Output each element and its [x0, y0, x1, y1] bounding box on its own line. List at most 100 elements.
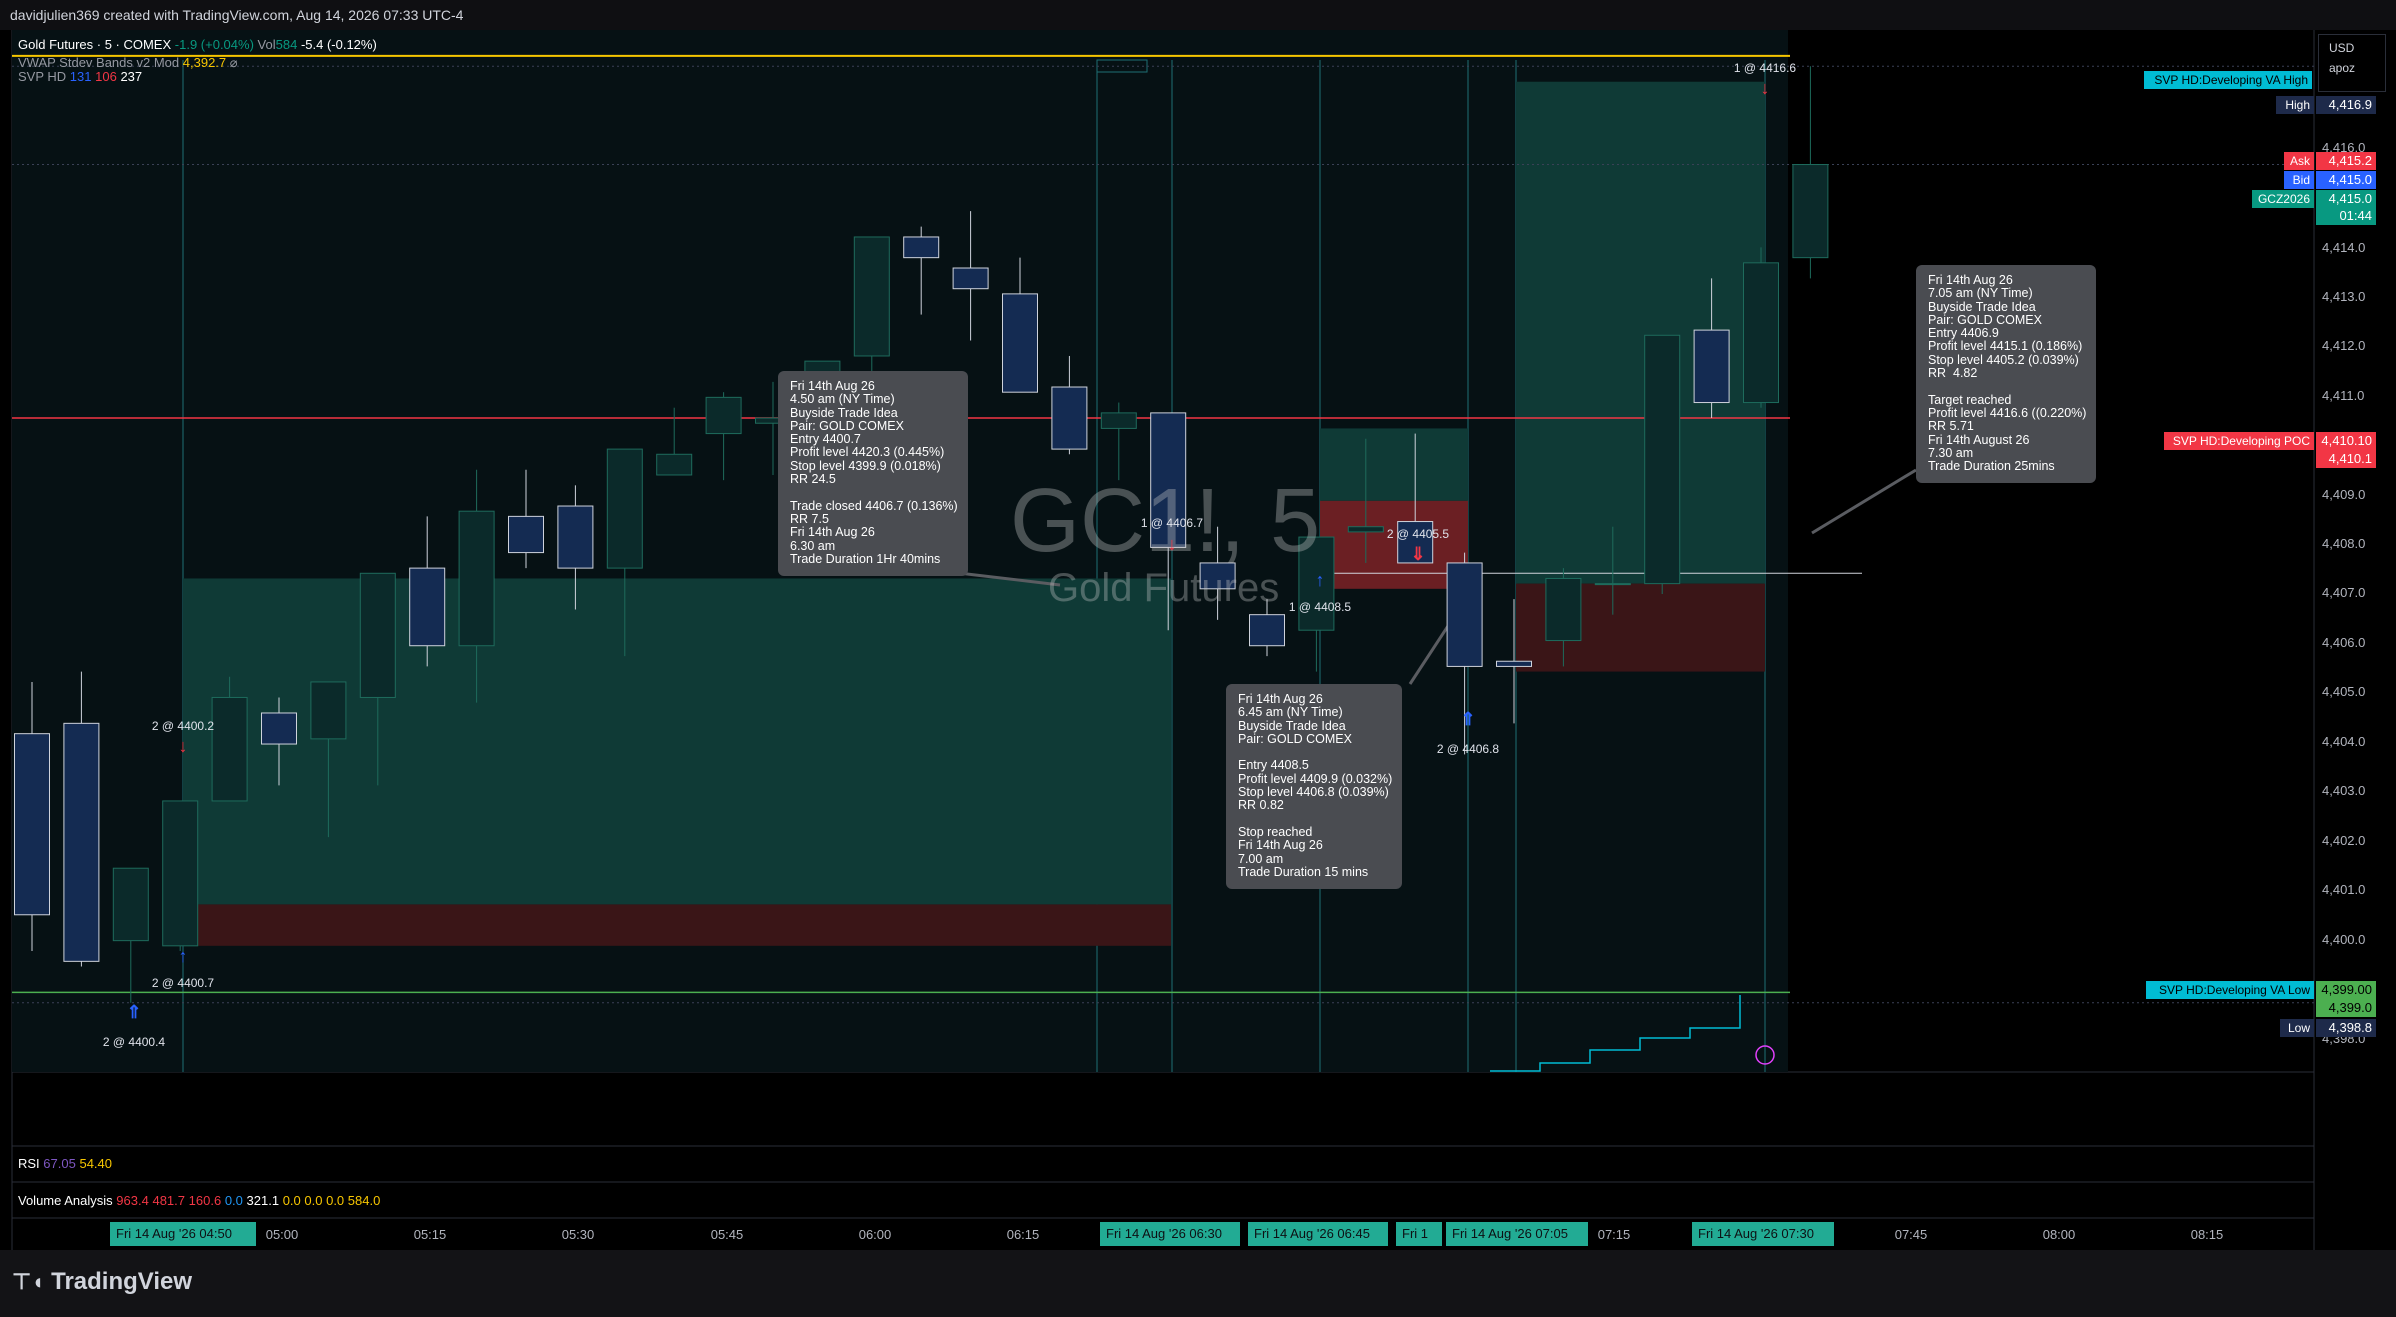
vwap-extra: ⌀: [229, 55, 238, 70]
candle-body: [1644, 334, 1681, 585]
time-tag: Fri 14 Aug '26 06:30: [1100, 1222, 1240, 1246]
candle-body: [359, 572, 396, 698]
va-value: 0.0: [304, 1193, 323, 1208]
bar-countdown: 01:44: [2316, 207, 2376, 225]
buy-arrow-icon: ↑: [178, 946, 188, 966]
time-tick: 08:00: [2042, 1227, 2076, 1242]
price-tick: 4,407.0: [2322, 585, 2366, 600]
last-price-value: 4,415.0: [2316, 190, 2376, 208]
time-tick: 05:00: [265, 1227, 299, 1242]
chart-canvas[interactable]: [0, 0, 2396, 1250]
vwap-value: 4,392.7: [182, 55, 227, 70]
high-value: 4,416.9: [2316, 96, 2376, 114]
trade-note-3[interactable]: Fri 14th Aug 26 7.05 am (NY Time) Buysid…: [1916, 265, 2097, 484]
price-tick: 4,413.0: [2322, 289, 2366, 304]
price-tick: 4,404.0: [2322, 734, 2366, 749]
high-tag: High: [2276, 96, 2314, 114]
price-tick: 4,406.0: [2322, 635, 2366, 650]
time-tick: 06:00: [858, 1227, 892, 1242]
price-tick: 4,408.0: [2322, 536, 2366, 551]
trade-note-2[interactable]: Fri 14th Aug 26 6.45 am (NY Time) Buysid…: [1226, 684, 1403, 890]
price-tick: 4,402.0: [2322, 833, 2366, 848]
price-tick: 4,414.0: [2322, 240, 2366, 255]
svp-value-1: 131: [69, 69, 92, 84]
stop-zone: [1320, 500, 1468, 589]
time-tick: 07:15: [1597, 1227, 1631, 1242]
price-tick: 4,403.0: [2322, 783, 2366, 798]
sell-arrow-icon: ↓: [1760, 78, 1770, 98]
candle-body: [606, 448, 643, 569]
candle-body: [1792, 164, 1829, 259]
unit-label[interactable]: apoz: [2319, 55, 2385, 75]
footer: ⊤◖ TradingView: [0, 1250, 2396, 1317]
time-tick: 05:45: [710, 1227, 744, 1242]
candle-body: [1347, 526, 1384, 533]
symbol-title[interactable]: Gold Futures · 5 · COMEX: [18, 37, 171, 52]
candle-body: [557, 505, 594, 569]
trade-label: 2 @ 4400.7: [151, 976, 215, 990]
symbol-watermark-name: Gold Futures: [1048, 566, 1280, 610]
candle-body: [261, 712, 297, 745]
buy-arrow-icon: ↑: [1315, 570, 1325, 590]
candle-body: [112, 867, 149, 942]
trade-label: 1 @ 4408.5: [1288, 600, 1352, 614]
buy-arrow-icon: ⇑: [126, 1002, 142, 1022]
sell-arrow-icon: ⇓: [1410, 544, 1426, 564]
trade-note-1[interactable]: Fri 14th Aug 26 4.50 am (NY Time) Buysid…: [778, 371, 968, 577]
trade-label: 1 @ 4406.7: [1140, 516, 1204, 530]
chart-legend: Gold Futures · 5 · COMEX -1.9 (+0.04%) V…: [18, 36, 377, 86]
time-tick: 07:45: [1894, 1227, 1928, 1242]
va-low-value: 4,399.00: [2316, 981, 2376, 999]
candle-body: [705, 396, 742, 435]
price-tick: 4,400.0: [2322, 932, 2366, 947]
svp-value-2: 106: [95, 69, 117, 84]
time-tick: 08:15: [2190, 1227, 2224, 1242]
buy-arrow-icon: ⇑: [1460, 709, 1476, 729]
time-tick: 06:15: [1006, 1227, 1040, 1242]
poc-tag: SVP HD:Developing POC: [2164, 432, 2314, 450]
symbol-change: -1.9 (+0.04%): [174, 37, 254, 52]
va-high-tag: SVP HD:Developing VA High: [2144, 71, 2312, 89]
low-tag: Low: [2280, 1019, 2314, 1037]
trade-label: 2 @ 4406.8: [1436, 742, 1500, 756]
volume-analysis-legend[interactable]: Volume Analysis 963.4 481.7 160.6 0.0 32…: [18, 1193, 380, 1208]
candle-body: [952, 267, 989, 290]
rsi-label[interactable]: RSI: [18, 1156, 40, 1171]
time-tag: Fri 14 Aug '26 07:30: [1692, 1222, 1834, 1246]
symbol-legend-row[interactable]: Gold Futures · 5 · COMEX -1.9 (+0.04%) V…: [18, 36, 377, 54]
time-tag: Fri 14 Aug '26 07:05: [1446, 1222, 1588, 1246]
candle-body: [63, 722, 100, 962]
svp-value-3: 237: [120, 69, 143, 84]
rsi-value-1: 67.05: [43, 1156, 76, 1171]
trade-label: 1 @ 4416.6: [1733, 61, 1797, 75]
profit-zone: [1320, 428, 1468, 501]
va-low-tag: SVP HD:Developing VA Low: [2146, 981, 2314, 999]
time-tag-partial: Fri 1: [1396, 1222, 1442, 1246]
poc-value-2: 4,410.1: [2316, 450, 2376, 468]
rsi-legend[interactable]: RSI 67.05 54.40: [18, 1156, 112, 1171]
currency-code[interactable]: USD: [2319, 35, 2385, 55]
tradingview-logo[interactable]: ⊤◖ TradingView: [12, 1268, 192, 1296]
va-value: 321.1: [246, 1193, 280, 1208]
time-tag: Fri 14 Aug '26 06:45: [1248, 1222, 1388, 1246]
candle-body: [409, 567, 446, 647]
price-tick: 4,401.0: [2322, 882, 2366, 897]
bid-value: 4,415.0: [2316, 171, 2376, 189]
svp-name[interactable]: SVP HD: [18, 69, 66, 84]
va-value: 0.0: [224, 1193, 243, 1208]
candle-body: [656, 453, 693, 476]
volume-analysis-label[interactable]: Volume Analysis: [18, 1193, 113, 1208]
callout-pointer: [1811, 468, 1917, 535]
candle-body: [1100, 412, 1137, 429]
va-value: 481.7: [152, 1193, 186, 1208]
ask-value: 4,415.2: [2316, 152, 2376, 170]
price-tick: 4,409.0: [2322, 487, 2366, 502]
candle-body: [1051, 386, 1088, 450]
profit-zone: [183, 578, 1171, 905]
brand-name: TradingView: [51, 1268, 193, 1295]
candle-body: [1545, 577, 1582, 642]
last-price-tag: GCZ2026: [2252, 190, 2314, 208]
currency-selector[interactable]: USD apoz: [2318, 34, 2386, 92]
trade-label: 2 @ 4400.2: [151, 719, 215, 733]
trade-label: 2 @ 4405.5: [1386, 527, 1450, 541]
